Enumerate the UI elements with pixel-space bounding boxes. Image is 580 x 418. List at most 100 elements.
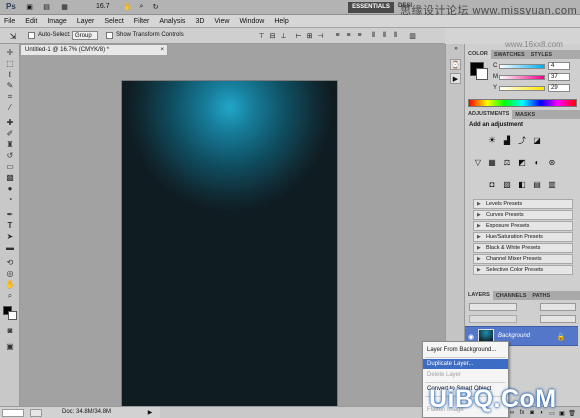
show-transform-checkbox[interactable] — [106, 32, 113, 39]
panel-collapse-icon[interactable]: » — [451, 46, 461, 52]
actions-panel-icon[interactable]: ▶ — [450, 73, 461, 84]
bridge-icon[interactable]: ▣ — [25, 3, 34, 11]
dodge-tool-icon[interactable]: ◔ — [4, 195, 16, 204]
blend-mode-dropdown[interactable] — [469, 303, 517, 311]
auto-select-checkbox[interactable] — [28, 32, 35, 39]
3d-rotate-tool-icon[interactable]: ⟲ — [4, 258, 16, 267]
menu-duplicate-layer[interactable]: Duplicate Layer... — [423, 359, 508, 369]
tab-swatches[interactable]: SWATCHES — [491, 52, 528, 58]
menu-layer-from-background[interactable]: Layer From Background... — [423, 345, 508, 355]
document-canvas[interactable] — [122, 81, 337, 410]
invert-icon[interactable]: ◘ — [487, 179, 497, 189]
layer-name[interactable]: Background — [498, 333, 530, 339]
brush-tool-icon[interactable]: ✐ — [4, 129, 16, 138]
levels-icon[interactable]: ▟ — [502, 135, 512, 145]
threshold-icon[interactable]: ◧ — [517, 179, 527, 189]
selective-color-icon[interactable]: ▥ — [547, 179, 557, 189]
tab-paths[interactable]: PATHS — [529, 293, 553, 299]
align-left-icon[interactable]: ⊢ — [294, 31, 303, 40]
opacity-field[interactable] — [540, 303, 576, 311]
menu-help[interactable]: Help — [274, 18, 288, 25]
align-bottom-icon[interactable]: ⊥ — [279, 31, 288, 40]
tab-channels[interactable]: CHANNELS — [493, 293, 530, 299]
channel-mixer-presets-item[interactable]: Channel Mixer Presets — [473, 254, 573, 264]
history-panel-icon[interactable]: ⌚ — [450, 59, 461, 70]
delete-layer-icon[interactable]: 🗑 — [568, 409, 576, 417]
menu-edit[interactable]: Edit — [25, 18, 37, 25]
crop-tool-icon[interactable]: ⌗ — [4, 92, 16, 101]
distribute-top-icon[interactable]: ≡ — [333, 31, 342, 40]
menu-view[interactable]: View — [214, 18, 229, 25]
move-tool-icon[interactable]: ✛ — [4, 48, 16, 57]
workspace-essentials-button[interactable]: ESSENTIALS — [348, 2, 394, 13]
close-tab-icon[interactable]: × — [160, 45, 164, 55]
align-right-icon[interactable]: ⊣ — [316, 31, 325, 40]
3d-orbit-tool-icon[interactable]: ◎ — [4, 269, 16, 278]
quick-mask-icon[interactable]: ◙ — [4, 326, 16, 335]
move-tool-preset-icon[interactable]: ⇲ — [6, 31, 20, 41]
hand-tool-icon[interactable]: ✋ — [4, 280, 16, 289]
tab-color[interactable]: COLOR — [465, 50, 491, 59]
status-menu-arrow-icon[interactable]: ▶ — [146, 408, 154, 417]
black-white-presets-item[interactable]: Black & White Presets — [473, 243, 573, 253]
screen-mode-icon[interactable]: ▣ — [4, 342, 16, 351]
menu-window[interactable]: Window — [239, 18, 264, 25]
lock-icons[interactable] — [469, 315, 517, 323]
zoom-tool-icon[interactable]: ⌕ — [137, 3, 146, 11]
auto-align-icon[interactable]: ▥ — [408, 31, 417, 40]
distribute-left-icon[interactable]: ⦀ — [369, 31, 378, 40]
lasso-tool-icon[interactable]: ℓ — [4, 70, 16, 79]
fill-field[interactable] — [540, 315, 576, 323]
history-brush-tool-icon[interactable]: ↺ — [4, 151, 16, 160]
channel-m-field[interactable]: 37 — [548, 73, 570, 81]
quick-select-tool-icon[interactable]: ✎ — [4, 81, 16, 90]
gradient-tool-icon[interactable]: ▩ — [4, 173, 16, 182]
blur-tool-icon[interactable]: ● — [4, 184, 16, 193]
exposure-presets-item[interactable]: Exposure Presets — [473, 221, 573, 231]
document-tab[interactable]: Untitled-1 @ 16.7% (CMYK/8) * × — [20, 44, 168, 55]
hand-tool-icon[interactable]: ✋ — [123, 3, 132, 11]
channel-c-field[interactable]: 4 — [548, 62, 570, 70]
menu-filter[interactable]: Filter — [134, 18, 150, 25]
distribute-vcenter-icon[interactable]: ≡ — [344, 31, 353, 40]
eraser-tool-icon[interactable]: ▭ — [4, 162, 16, 171]
selective-color-presets-item[interactable]: Selective Color Presets — [473, 265, 573, 275]
menu-file[interactable]: File — [4, 18, 15, 25]
mini-bridge-icon[interactable]: ▤ — [42, 3, 51, 11]
menu-analysis[interactable]: Analysis — [159, 18, 185, 25]
extras-icon[interactable]: ▦ — [60, 3, 69, 11]
tab-styles[interactable]: STYLES — [528, 52, 555, 58]
background-color-swatch[interactable] — [8, 311, 17, 320]
auto-select-dropdown[interactable]: Group — [72, 31, 98, 40]
channel-c-slider[interactable] — [499, 64, 545, 69]
align-hcenter-icon[interactable]: ⊞ — [305, 31, 314, 40]
gradient-map-icon[interactable]: ▤ — [532, 179, 542, 189]
color-balance-icon[interactable]: ⚖ — [502, 157, 512, 167]
rotate-view-icon[interactable]: ↻ — [151, 3, 160, 11]
color-background-swatch[interactable] — [476, 68, 488, 80]
distribute-bottom-icon[interactable]: ≡ — [355, 31, 364, 40]
color-spectrum-ramp[interactable] — [468, 99, 577, 107]
distribute-hcenter-icon[interactable]: ⦀ — [380, 31, 389, 40]
channel-mixer-icon[interactable]: ⊛ — [547, 157, 557, 167]
healing-brush-tool-icon[interactable]: ✚ — [4, 118, 16, 127]
menu-layer[interactable]: Layer — [77, 18, 95, 25]
tab-adjustments[interactable]: ADJUSTMENTS — [465, 110, 513, 119]
new-layer-icon[interactable]: ▣ — [558, 409, 566, 417]
menu-image[interactable]: Image — [47, 18, 66, 25]
tab-layers[interactable]: LAYERS — [465, 291, 493, 300]
brightness-contrast-icon[interactable]: ☀ — [487, 135, 497, 145]
zoom-level[interactable]: 16.7 — [96, 3, 110, 10]
hue-saturation-icon[interactable]: ▦ — [487, 157, 497, 167]
posterize-icon[interactable]: ▨ — [502, 179, 512, 189]
distribute-right-icon[interactable]: ⦀ — [391, 31, 400, 40]
eyedropper-tool-icon[interactable]: ⁄ — [4, 103, 16, 112]
levels-presets-item[interactable]: Levels Presets — [473, 199, 573, 209]
photo-filter-icon[interactable]: ◐ — [532, 157, 542, 167]
type-tool-icon[interactable]: T — [4, 221, 16, 230]
horizontal-scrollbar[interactable] — [160, 406, 445, 418]
align-vcenter-icon[interactable]: ⊟ — [268, 31, 277, 40]
menu-select[interactable]: Select — [104, 18, 123, 25]
pen-tool-icon[interactable]: ✒ — [4, 210, 16, 219]
channel-y-field[interactable]: 29 — [548, 84, 570, 92]
